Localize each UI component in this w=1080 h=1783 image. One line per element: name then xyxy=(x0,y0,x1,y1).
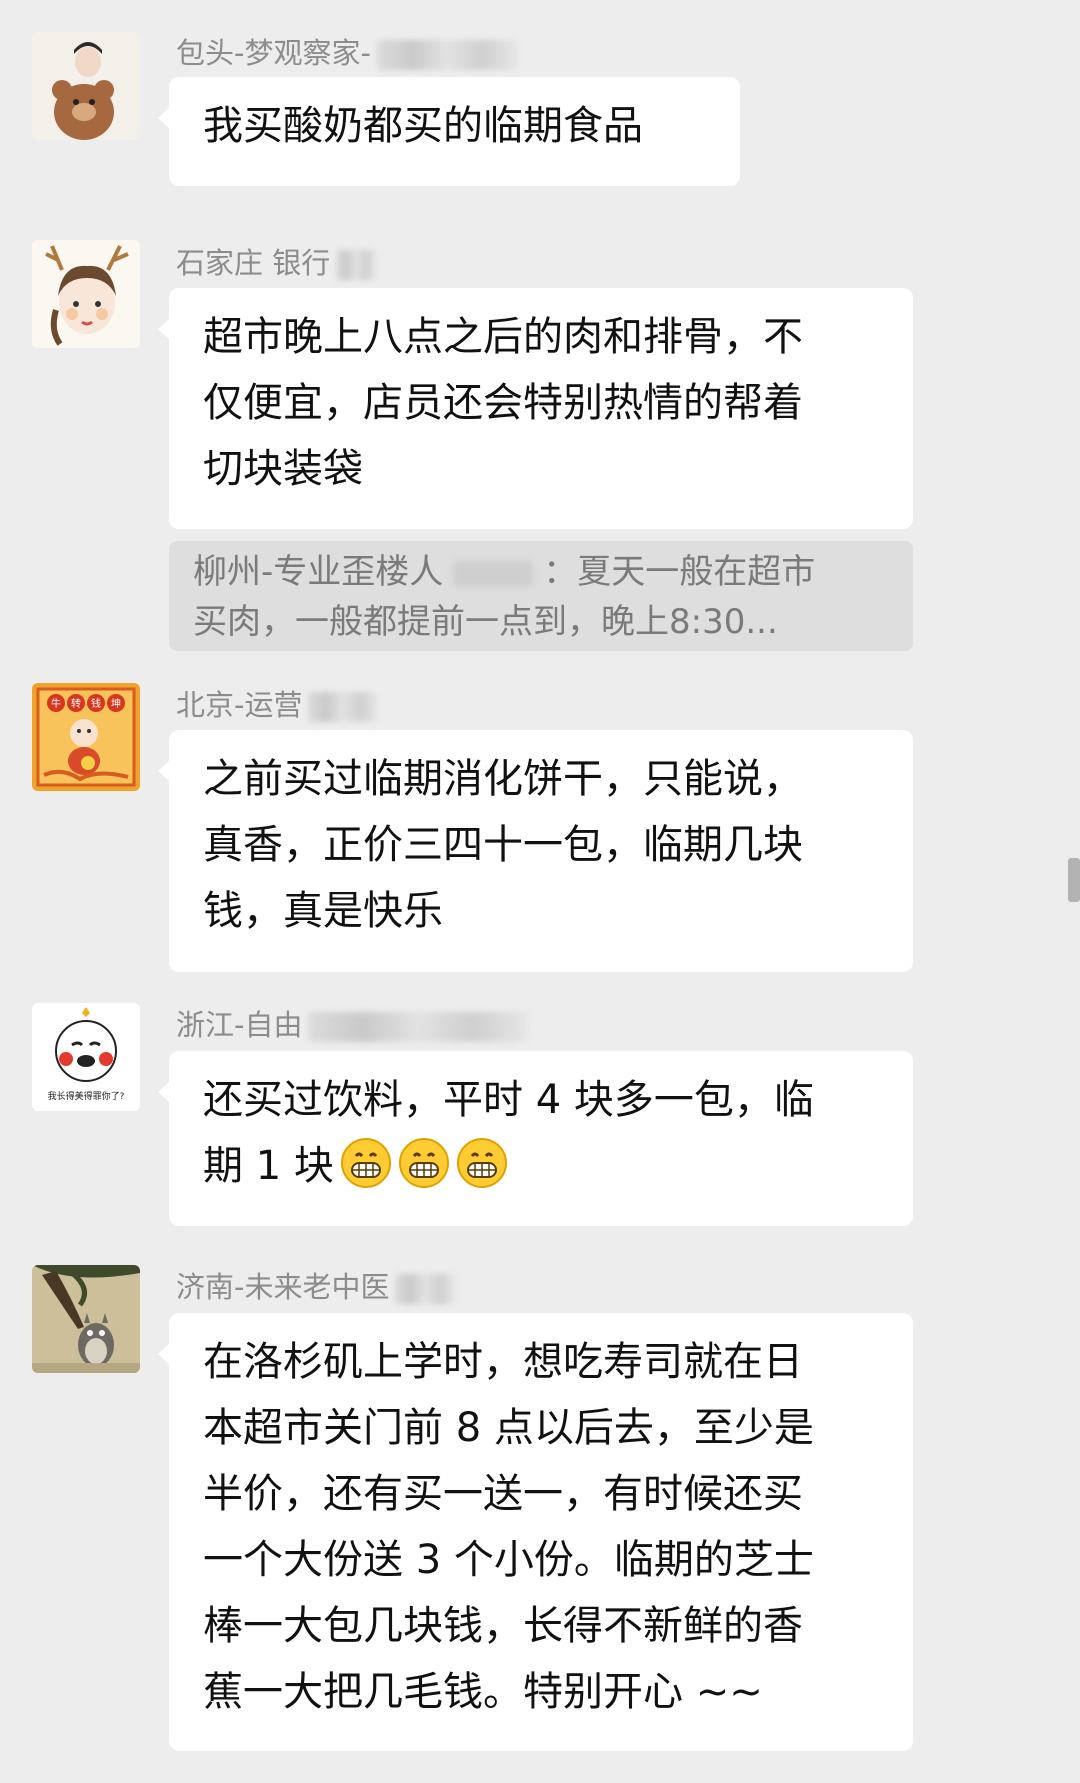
girl-with-antlers-avatar-icon xyxy=(32,240,140,348)
message-line: 本超市关门前 8 点以后去，至少是 xyxy=(203,1405,814,1451)
fortune-cartoon-avatar-icon: 牛 转 钱 坤 xyxy=(32,683,140,791)
message-line: 棒一大包几块钱，长得不新鲜的香 xyxy=(203,1603,803,1649)
message-bubble[interactable]: 还买过饮料，平时 4 块多一包，临 期 1 块 xyxy=(158,1051,913,1226)
message-line-text: 期 1 块 xyxy=(203,1143,334,1189)
redacted-name-blur xyxy=(336,250,377,280)
message-line: 我买酸奶都买的临期食品 xyxy=(203,103,643,149)
redacted-name-blur xyxy=(308,692,379,722)
sender-name-text: 浙江-自由 xyxy=(176,1008,303,1042)
grinning-face-icon xyxy=(340,1138,391,1188)
avatar-girl-with-teddy-bear[interactable] xyxy=(32,32,140,140)
avatar-caption-char-3: 钱 xyxy=(91,697,101,710)
redacted-name-blur xyxy=(308,1012,529,1042)
message-line: 切块装袋 xyxy=(203,446,363,492)
quoted-message[interactable]: 柳州-专业歪楼人 ：夏天一般在超市 买肉，一般都提前一点到，晚上8:30... xyxy=(169,541,913,651)
avatar-caption: 我长得美得罪你了? xyxy=(48,1090,125,1102)
redacted-name-blur xyxy=(453,560,534,587)
quote-sender: 柳州-专业歪楼人 xyxy=(193,552,444,592)
avatar-caption-char-2: 转 xyxy=(71,697,81,710)
avatar-fortune-cartoon[interactable]: 牛 转 钱 坤 xyxy=(32,683,140,791)
totoro-under-tree-avatar-icon xyxy=(32,1265,140,1373)
redacted-name-blur xyxy=(376,40,517,70)
sender-name-text: 济南-未来老中医 xyxy=(176,1270,390,1304)
quote-line: 买肉，一般都提前一点到，晚上8:30... xyxy=(193,602,778,642)
message-line: 期 1 块 xyxy=(203,1133,879,1199)
message-line: 真香，正价三四十一包，临期几块 xyxy=(203,822,803,868)
quote-line: 柳州-专业歪楼人 ：夏天一般在超市 xyxy=(193,547,889,597)
message-line: 在洛杉矶上学时，想吃寿司就在日 xyxy=(203,1339,803,1385)
message-bubble[interactable]: 超市晚上八点之后的肉和排骨，不 仅便宜，店员还会特别热情的帮着 切块装袋 xyxy=(158,288,913,529)
message-line: 一个大份送 3 个小份。临期的芝士 xyxy=(203,1537,814,1583)
grinning-face-icon xyxy=(398,1138,449,1188)
sender-name: 浙江-自由 xyxy=(176,1008,529,1042)
message-line: 半价，还有买一送一，有时候还买 xyxy=(203,1471,803,1517)
sender-name-text: 北京-运营 xyxy=(176,688,303,722)
redacted-name-blur xyxy=(395,1274,456,1304)
message-bubble[interactable]: 之前买过临期消化饼干，只能说， 真香，正价三四十一包，临期几块 钱，真是快乐 xyxy=(158,730,913,972)
avatar-meme-face[interactable]: 我长得美得罪你了? xyxy=(32,1003,140,1111)
sender-name: 包头-梦观察家- xyxy=(176,36,517,70)
message-line: 超市晚上八点之后的肉和排骨，不 xyxy=(203,314,803,360)
message-line: 还买过饮料，平时 4 块多一包，临 xyxy=(203,1077,814,1123)
message-bubble[interactable]: 我买酸奶都买的临期食品 xyxy=(158,77,740,186)
scrollbar-thumb[interactable] xyxy=(1068,858,1080,902)
avatar-caption-char-4: 坤 xyxy=(111,697,121,710)
message-bubble[interactable]: 在洛杉矶上学时，想吃寿司就在日 本超市关门前 8 点以后去，至少是 半价，还有买… xyxy=(158,1313,913,1751)
girl-with-teddy-bear-avatar-icon xyxy=(32,32,140,140)
sender-name-text: 包头-梦观察家- xyxy=(176,36,371,70)
sender-name: 北京-运营 xyxy=(176,688,379,722)
grinning-face-icon xyxy=(456,1138,507,1188)
quote-text: ：夏天一般在超市 xyxy=(543,552,816,592)
message-line: 钱，真是快乐 xyxy=(203,888,443,934)
avatar-totoro-under-tree[interactable] xyxy=(32,1265,140,1373)
message-line: 蕉一大把几毛钱。特别开心 ~~ xyxy=(203,1669,763,1715)
avatar-caption-char-1: 牛 xyxy=(51,697,61,710)
avatar-girl-with-antlers[interactable] xyxy=(32,240,140,348)
meme-face-avatar-icon: 我长得美得罪你了? xyxy=(32,1003,140,1111)
message-line: 仅便宜，店员还会特别热情的帮着 xyxy=(203,380,803,426)
sender-name: 石家庄 银行 xyxy=(176,246,377,280)
sender-name-text: 石家庄 银行 xyxy=(176,246,331,280)
message-line: 之前买过临期消化饼干，只能说， xyxy=(203,756,803,802)
sender-name: 济南-未来老中医 xyxy=(176,1270,456,1304)
